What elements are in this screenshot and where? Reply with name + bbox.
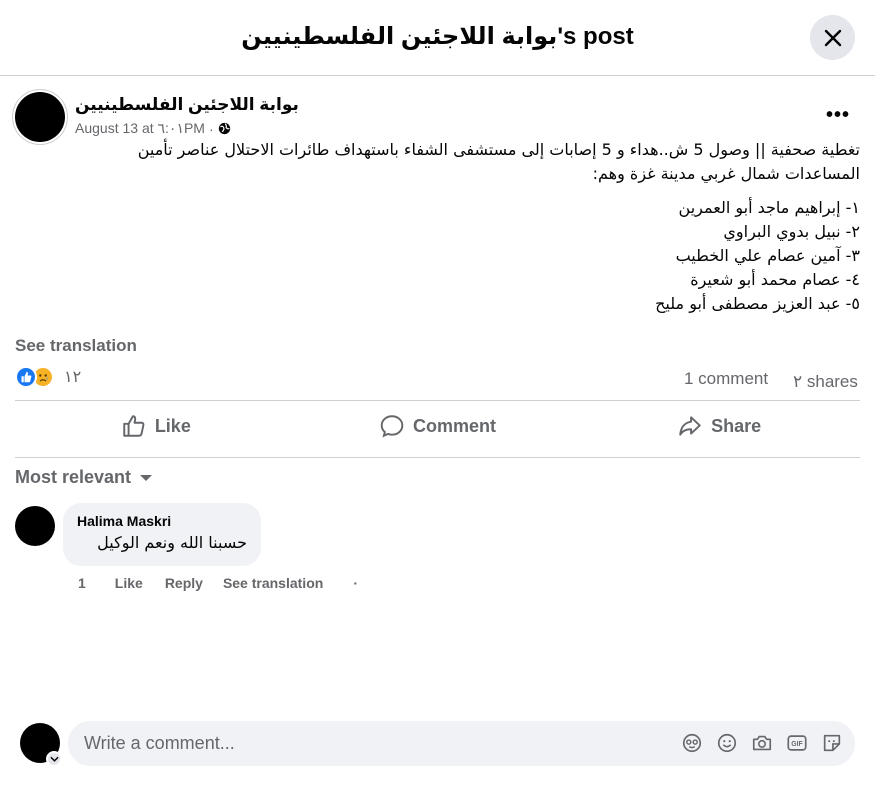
- sticker-button[interactable]: [820, 731, 843, 755]
- list-item: ١- إبراهيم ماجد أبو العمرين: [678, 198, 860, 217]
- list-item: ٢- نبيل بدوي البراوي: [723, 222, 860, 241]
- gif-icon: GIF: [786, 735, 807, 751]
- see-translation-link[interactable]: See translation: [15, 336, 137, 356]
- svg-text:GIF: GIF: [791, 741, 802, 748]
- dropdown-caret-icon: [140, 474, 153, 481]
- share-icon: [679, 416, 701, 436]
- dialog-header: بوابة اللاجئين الفلسطينيين's post: [0, 0, 875, 76]
- camera-icon: [752, 735, 771, 751]
- comment-bubble: Halima Maskri حسبنا الله ونعم الوكيل: [63, 503, 261, 566]
- emoji-icon: [717, 733, 736, 753]
- comment-see-translation[interactable]: See translation: [223, 575, 323, 591]
- post-action-bar: Like Comment Share: [15, 402, 860, 450]
- camera-button[interactable]: [750, 731, 773, 755]
- close-icon: [824, 29, 841, 46]
- divider: [15, 457, 860, 458]
- comment-dot: ·: [353, 575, 358, 591]
- avatar-sticker-icon: [682, 733, 701, 753]
- post-intro-line: المساعدات شمال غربي مدينة غزة وهم:: [592, 164, 860, 183]
- comment-count-link[interactable]: 1 comment: [684, 369, 768, 389]
- comment-icon: [380, 415, 404, 438]
- avatar-sticker-button[interactable]: [680, 731, 703, 755]
- page-avatar[interactable]: [15, 92, 65, 142]
- comment-label: Comment: [413, 415, 497, 436]
- comment-author[interactable]: Halima Maskri: [77, 513, 247, 529]
- comment-sort-label: Most relevant: [15, 467, 132, 487]
- more-options-icon: •••: [826, 104, 851, 126]
- share-button[interactable]: Share: [578, 402, 860, 450]
- like-reaction-icon: [15, 366, 37, 388]
- thumbs-up-icon: [123, 415, 145, 437]
- meta-separator: ·: [208, 120, 214, 137]
- list-item: ٥- عبد العزيز مصطفى أبو مليح: [655, 294, 860, 313]
- list-item: ٣- آمين عصام علي الخطيب: [675, 246, 860, 265]
- like-label: Like: [154, 415, 191, 436]
- comment-reply-button[interactable]: Reply: [165, 575, 203, 591]
- comment-actions: 1 Like Reply See translation ·: [78, 575, 358, 591]
- post-text: تغطية صحفية || وصول 5 ش..هداء و 5 إصابات…: [15, 138, 860, 316]
- composer-tools: GIF: [680, 731, 843, 755]
- reaction-count: ١٢: [64, 369, 82, 386]
- page-name-link[interactable]: بوابة اللاجئين الفلسطينيين: [75, 95, 299, 115]
- post-intro: تغطية صحفية || وصول 5 ش..هداء و 5 إصابات…: [15, 138, 860, 186]
- comment-text: حسبنا الله ونعم الوكيل: [97, 533, 247, 552]
- close-button[interactable]: [810, 15, 855, 60]
- post-date[interactable]: August 13 at ٦:٠١PM: [75, 120, 205, 137]
- emoji-button[interactable]: [715, 731, 738, 755]
- names-list: ١- إبراهيم ماجد أبو العمرين ٢- نبيل بدوي…: [15, 196, 860, 316]
- comment-age[interactable]: 1: [78, 575, 86, 591]
- commenter-avatar[interactable]: [15, 506, 55, 546]
- composer-profile-switch[interactable]: [46, 751, 62, 767]
- more-options-button[interactable]: •••: [826, 104, 850, 127]
- post-meta: August 13 at ٦:٠١PM ·: [75, 120, 231, 137]
- chevron-down-icon: [49, 756, 59, 762]
- post-intro-line: تغطية صحفية || وصول 5 ش..هداء و 5 إصابات…: [137, 140, 860, 159]
- divider: [15, 400, 860, 401]
- reaction-summary[interactable]: ١٢: [15, 366, 81, 388]
- list-item: ٤- عصام محمد أبو شعيرة: [690, 270, 860, 289]
- like-button[interactable]: Like: [15, 402, 297, 450]
- share-label: Share: [711, 415, 762, 436]
- comment-sort-dropdown[interactable]: Most relevant: [15, 467, 153, 488]
- gif-button[interactable]: GIF: [785, 731, 808, 755]
- globe-icon: [218, 122, 230, 135]
- share-count-link[interactable]: ٢ shares: [793, 369, 860, 395]
- comment-like-button[interactable]: Like: [115, 575, 143, 591]
- comment-button[interactable]: Comment: [297, 402, 579, 450]
- dialog-title: بوابة اللاجئين الفلسطينيين's post: [241, 23, 634, 50]
- sticker-icon: [823, 734, 840, 752]
